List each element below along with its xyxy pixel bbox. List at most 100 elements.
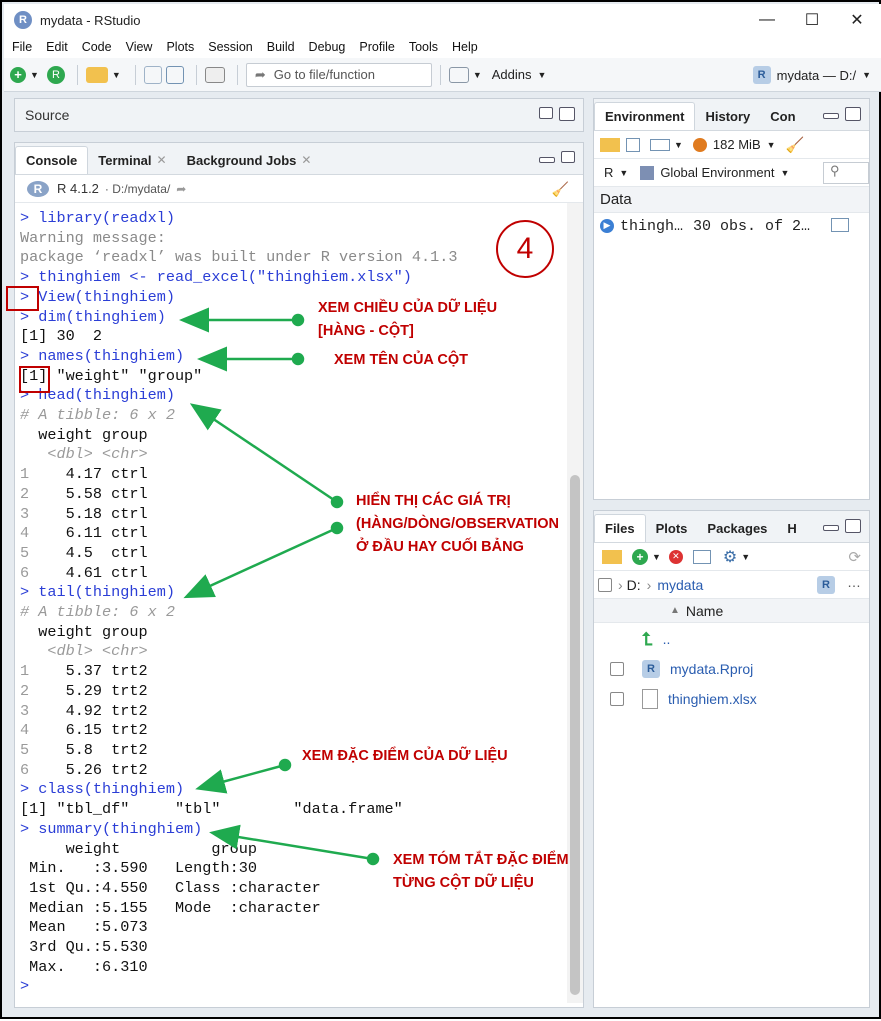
tab-files[interactable]: Files [594,514,646,542]
import-dataset-icon[interactable] [650,138,670,151]
files-breadcrumb: › D: › mydata R … [594,571,869,599]
more-options-icon[interactable]: … [847,574,861,590]
tab-environment-label: Environment [605,109,685,124]
environment-toolbar: ▼ 182 MiB ▼ 🧹 [594,131,869,159]
environment-pane-controls [823,107,861,121]
chevron-down-icon[interactable]: ▼ [767,140,776,150]
select-all-checkbox[interactable] [598,577,612,592]
environment-scope-bar: R ▼ Global Environment ▼ ⚲ [594,159,869,187]
parent-folder-icon: ⮤ [642,628,653,649]
tab-files-label: Files [605,521,635,536]
delete-icon[interactable]: ✕ [668,549,683,564]
tab-environment[interactable]: Environment [594,102,696,130]
environment-scope-selector[interactable]: Global Environment [660,165,774,180]
file-name[interactable]: .. [663,631,671,647]
chevron-down-icon[interactable]: ▼ [619,168,628,178]
files-column-header: ▲ Name [594,599,869,623]
annotation-names: XEM TÊN CỦA CỘT [334,352,468,368]
chevron-right-icon: › [618,576,623,593]
broom-icon[interactable]: 🧹 [786,136,805,154]
chevron-right-icon: › [646,576,652,593]
arrow-head [189,403,338,504]
arrow-dot [278,758,292,772]
tab-plots-label: Plots [655,520,688,536]
tab-packages[interactable]: Packages [697,514,777,542]
tab-connections[interactable]: Con [760,102,795,130]
arrow-tail [183,526,338,599]
rename-icon[interactable] [692,549,711,564]
rproj-file-icon: R [642,660,660,678]
annotation-dim-line2: [HÀNG - CỘT] [318,323,414,339]
files-pane-controls [823,519,861,533]
annotation-summary: XEM TÓM TẮT ĐẶC ĐIỂM TỪNG CỘT DỮ LIỆU [393,849,569,895]
project-icon[interactable]: R [817,576,835,594]
tab-packages-label: Packages [707,520,768,536]
rstudio-window: R mydata - RStudio — ☐ ✕ File Edit Code … [0,0,881,1019]
environment-object-row[interactable]: ▶ thingh… 30 obs. of 2… [594,213,869,239]
tab-plots[interactable]: Plots [646,514,698,542]
gear-icon[interactable]: ⚙ [723,547,737,567]
files-toolbar: + ▼ ✕ ⚙ ▼ ⟳ [594,543,869,571]
annotation-headtail-line3: Ở ĐẦU HAY CUỐI BẢNG [356,539,524,555]
document-file-icon [642,689,658,709]
annotation-summary-line2: TỪNG CỘT DỮ LIỆU [393,875,534,891]
memory-usage[interactable]: 182 MiB [713,137,761,152]
expand-object-icon[interactable]: ▶ [600,219,614,233]
environment-icon [640,165,655,180]
chevron-down-icon[interactable]: ▼ [780,168,789,178]
annotation-headtail-line2: (HÀNG/DÒNG/OBSERVATION [356,516,560,532]
arrow-dot [291,313,305,327]
tab-help[interactable]: H [777,514,796,542]
object-name[interactable]: thingh… [620,218,683,235]
environment-search-input[interactable]: ⚲ [823,162,869,184]
tab-history[interactable]: History [695,102,760,130]
save-icon[interactable] [626,137,640,152]
file-row-parent[interactable]: ⮤ .. [594,624,869,654]
view-table-icon[interactable] [831,218,849,232]
open-folder-icon[interactable] [600,137,620,152]
annotation-class: XEM ĐẶC ĐIỂM CỦA DỮ LIỆU [302,748,508,764]
arrow-dot [330,521,344,535]
language-selector[interactable]: R [604,165,613,180]
environment-pane: Environment History Con ▼ 182 MiB ▼ 🧹 R … [593,98,870,500]
new-folder-icon[interactable] [602,549,622,564]
maximize-pane-icon[interactable] [845,107,861,121]
chevron-down-icon[interactable]: ▼ [652,552,661,562]
file-name[interactable]: thinghiem.xlsx [668,691,757,707]
arrow-dot [291,352,305,366]
annotation-summary-line1: XEM TÓM TẮT ĐẶC ĐIỂM [393,852,569,868]
breadcrumb-root[interactable]: D: [627,577,641,593]
file-row[interactable]: thinghiem.xlsx [594,684,869,714]
minimize-pane-icon[interactable] [823,113,839,119]
chevron-down-icon[interactable]: ▼ [674,140,683,150]
files-pane: Files Plots Packages H + ▼ ✕ ⚙ ▼ ⟳ › D: … [593,510,870,1008]
files-tab-bar: Files Plots Packages H [594,511,869,543]
memory-usage-icon [692,137,707,152]
environment-tab-bar: Environment History Con [594,99,869,131]
arrow-dot [366,852,380,866]
annotation-dim-line1: XEM CHIỀU CỦA DỮ LIỆU [318,300,498,316]
maximize-pane-icon[interactable] [845,519,861,533]
file-row[interactable]: R mydata.Rproj [594,654,869,684]
chevron-down-icon[interactable]: ▼ [741,552,750,562]
object-description: 30 obs. of 2… [693,217,811,235]
annotation-headtail: HIỂN THỊ CÁC GIÁ TRỊ (HÀNG/DÒNG/OBSERVAT… [356,490,559,559]
breadcrumb-current[interactable]: mydata [657,577,703,593]
file-checkbox[interactable] [610,692,624,706]
tab-history-label: History [705,108,751,124]
minimize-pane-icon[interactable] [823,525,839,531]
tab-connections-label: Con [770,108,796,124]
arrow-dot [330,495,344,509]
data-section-header: Data [594,187,869,213]
column-name-header[interactable]: Name [686,603,723,619]
refresh-icon[interactable]: ⟳ [848,548,861,566]
arrow-summary [209,824,374,861]
file-name[interactable]: mydata.Rproj [670,661,753,677]
annotation-dim: XEM CHIỀU CỦA DỮ LIỆU [HÀNG - CỘT] [318,297,497,343]
arrow-class [195,763,286,794]
annotation-headtail-line1: HIỂN THỊ CÁC GIÁ TRỊ [356,493,511,509]
file-checkbox[interactable] [610,662,624,676]
sort-ascending-icon[interactable]: ▲ [670,605,680,616]
new-blank-file-icon[interactable]: + [632,548,648,565]
tab-help-label: H [787,520,797,536]
